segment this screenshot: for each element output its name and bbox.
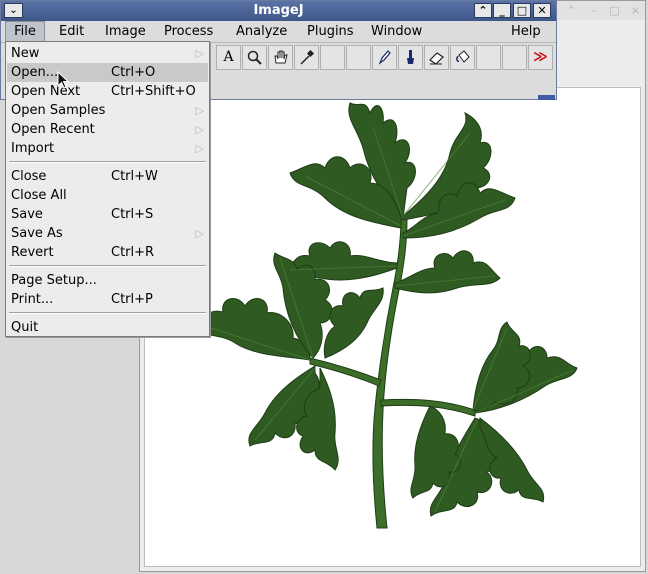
eraser-icon[interactable]: [424, 45, 449, 70]
progress-bar: [538, 95, 555, 100]
menu-file[interactable]: File: [5, 21, 45, 42]
magnifier-icon[interactable]: [242, 45, 267, 70]
menu-bar: File Edit Image Process Analyze Plugins …: [1, 21, 556, 43]
menu-item-label: Save As: [11, 226, 63, 241]
pencil-icon[interactable]: [372, 45, 397, 70]
hand-icon[interactable]: [268, 45, 293, 70]
window-menu-icon[interactable]: ⌄: [4, 3, 23, 18]
menu-image[interactable]: Image: [105, 21, 146, 42]
brush-icon[interactable]: [398, 45, 423, 70]
submenu-arrow-icon: ▷: [195, 227, 204, 240]
menu-item-print[interactable]: Print... Ctrl+P: [7, 290, 208, 309]
tool-slot-empty-2[interactable]: [346, 45, 371, 70]
title-bar[interactable]: ImageJ ⌄ ⌃ _ □ ✕: [1, 1, 556, 21]
text-icon[interactable]: A: [216, 45, 241, 70]
menu-item-close-all[interactable]: Close All: [7, 186, 208, 205]
menu-separator: [9, 312, 206, 314]
menu-item-label: Revert: [11, 245, 54, 260]
menu-analyze[interactable]: Analyze: [236, 21, 287, 42]
menu-separator: [9, 161, 206, 163]
menu-item-label: Close All: [11, 188, 67, 203]
tool-slot-empty-3[interactable]: [476, 45, 501, 70]
menu-edit[interactable]: Edit: [59, 21, 84, 42]
menu-item-save[interactable]: Save Ctrl+S: [7, 205, 208, 224]
menu-process[interactable]: Process: [164, 21, 213, 42]
image-canvas[interactable]: [144, 87, 641, 567]
menu-item-save-as[interactable]: Save As ▷: [7, 224, 208, 243]
menu-item-shortcut: Ctrl+R: [111, 245, 155, 260]
maximize-icon[interactable]: □: [608, 4, 621, 17]
menu-item-new[interactable]: New ▷: [7, 44, 208, 63]
submenu-arrow-icon: ▷: [195, 47, 204, 60]
menu-item-shortcut: Ctrl+O: [111, 65, 156, 80]
menu-item-label: Quit: [11, 320, 39, 335]
menu-item-open-next[interactable]: Open Next Ctrl+Shift+O: [7, 82, 208, 101]
menu-plugins[interactable]: Plugins: [307, 21, 354, 42]
submenu-arrow-icon: ▷: [195, 142, 204, 155]
menu-item-revert[interactable]: Revert Ctrl+R: [7, 243, 208, 262]
menu-item-label: Save: [11, 207, 43, 222]
close-icon[interactable]: ×: [629, 4, 642, 17]
menu-item-label: New: [11, 46, 40, 61]
menu-item-label: Print...: [11, 292, 54, 307]
more-tools-icon[interactable]: ≫: [528, 45, 553, 70]
chevron-up-icon[interactable]: ⌃: [474, 3, 492, 18]
menu-item-shortcut: Ctrl+P: [111, 292, 153, 307]
close-icon[interactable]: ✕: [533, 3, 551, 18]
menu-item-open[interactable]: Open... Ctrl+O: [7, 63, 208, 82]
flood-fill-icon[interactable]: [450, 45, 475, 70]
color-picker-icon[interactable]: [294, 45, 319, 70]
parsley-leaf-image: [194, 102, 578, 529]
mouse-cursor-icon: [57, 71, 70, 89]
menu-item-label: Page Setup...: [11, 273, 97, 288]
menu-item-shortcut: Ctrl+W: [111, 169, 158, 184]
maximize-icon[interactable]: □: [513, 3, 531, 18]
submenu-arrow-icon: ▷: [195, 104, 204, 117]
menu-item-page-setup[interactable]: Page Setup...: [7, 271, 208, 290]
menu-item-label: Open Samples: [11, 103, 106, 118]
file-menu-dropdown: New ▷ Open... Ctrl+O Open Next Ctrl+Shif…: [5, 41, 210, 337]
submenu-arrow-icon: ▷: [195, 123, 204, 136]
menu-item-import[interactable]: Import ▷: [7, 139, 208, 158]
menu-item-label: Close: [11, 169, 47, 184]
minimize-icon[interactable]: –: [587, 4, 600, 17]
menu-item-label: Open Recent: [11, 122, 95, 137]
menu-window[interactable]: Window: [371, 21, 422, 42]
minimize-icon[interactable]: _: [493, 3, 511, 18]
tool-slot-empty-1[interactable]: [320, 45, 345, 70]
menu-separator: [9, 265, 206, 267]
menu-item-open-recent[interactable]: Open Recent ▷: [7, 120, 208, 139]
menu-help[interactable]: Help: [511, 21, 541, 42]
menu-item-label: Import: [11, 141, 55, 156]
tool-slot-empty-4[interactable]: [502, 45, 527, 70]
menu-item-shortcut: Ctrl+S: [111, 207, 154, 222]
menu-item-shortcut: Ctrl+Shift+O: [111, 84, 196, 99]
menu-item-close[interactable]: Close Ctrl+W: [7, 167, 208, 186]
menu-item-open-samples[interactable]: Open Samples ▷: [7, 101, 208, 120]
chevron-up-icon[interactable]: ⌃: [565, 4, 578, 17]
menu-item-label: Open...: [11, 65, 59, 80]
menu-item-quit[interactable]: Quit: [7, 318, 208, 337]
window-title: ImageJ: [253, 3, 304, 18]
